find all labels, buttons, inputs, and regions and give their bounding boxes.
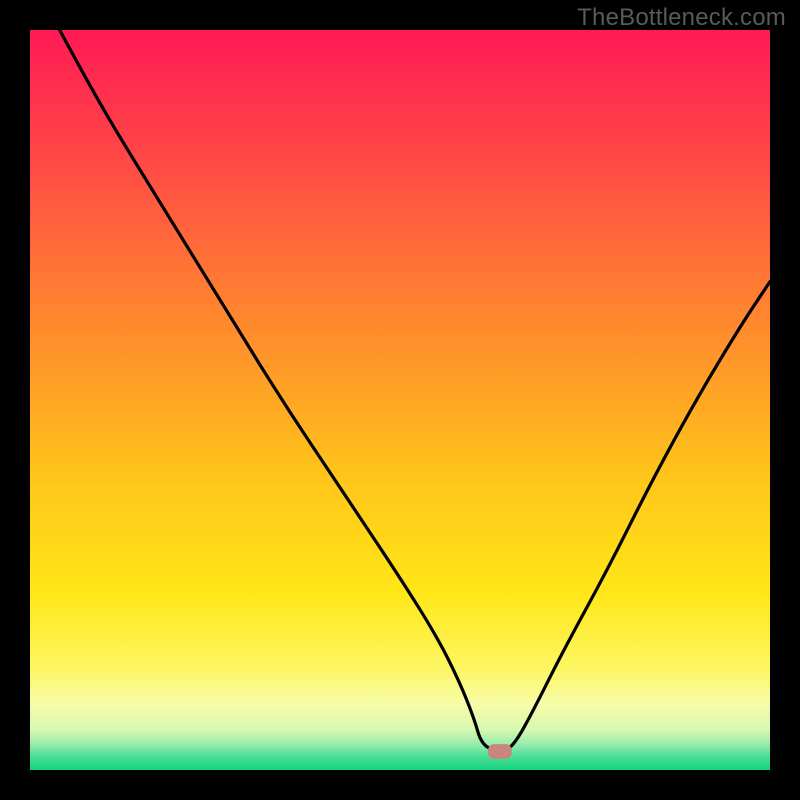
chart-frame: TheBottleneck.com	[0, 0, 800, 800]
bottleneck-chart	[0, 0, 800, 800]
min-marker	[488, 744, 512, 759]
watermark-text: TheBottleneck.com	[577, 4, 786, 32]
plot-area	[30, 30, 770, 770]
